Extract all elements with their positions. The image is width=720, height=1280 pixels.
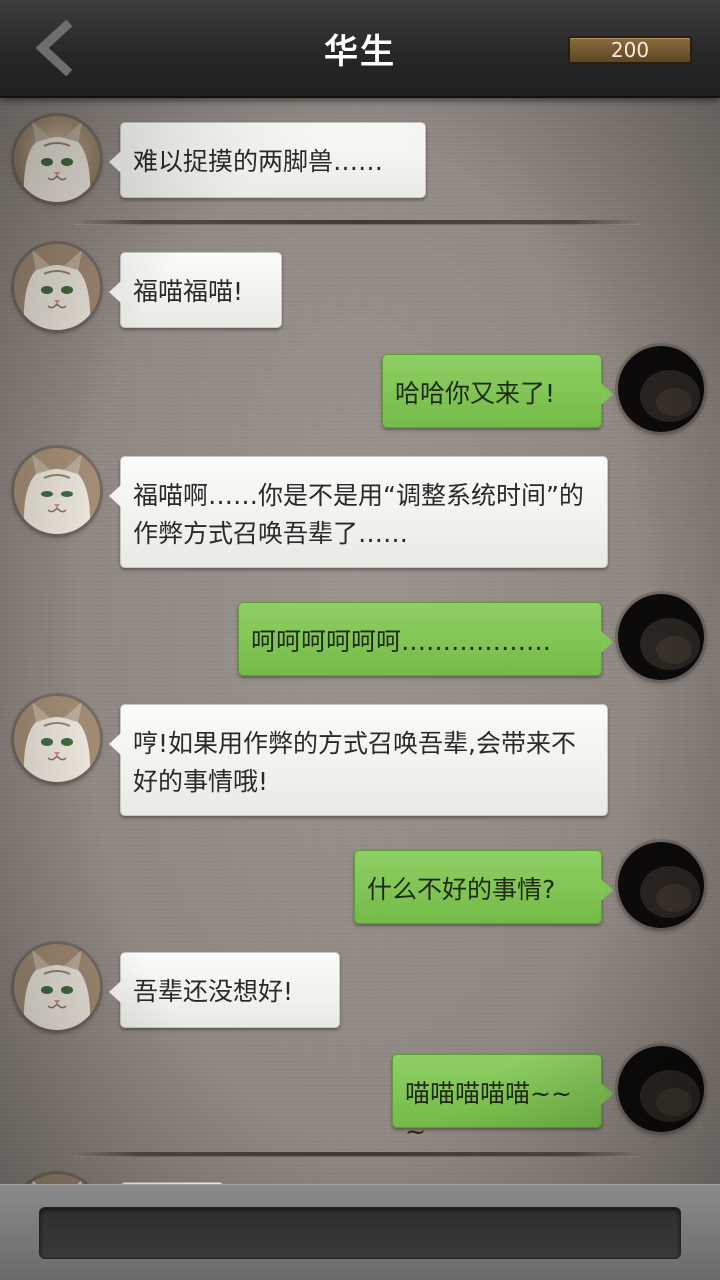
message-text: 福喵福喵! [133, 277, 244, 306]
message-text: 福喵啊……你是不是用“调整系统时间”的作弊方式召唤吾辈了…… [133, 481, 584, 548]
user-avatar-icon [618, 842, 704, 928]
message-text: 难以捉摸的两脚兽…… [133, 147, 384, 176]
user-avatar[interactable] [618, 594, 704, 680]
cat-avatar[interactable] [14, 944, 100, 1030]
cat-avatar-icon [14, 244, 100, 330]
message-bubble[interactable]: 喵喵喵喵喵~~~ [392, 1054, 613, 1146]
user-avatar-icon [618, 1046, 704, 1132]
chat-screen: 华生 200 难以捉摸的两脚兽…… 福喵福喵! 哈哈你又来了! 福喵啊……你是不… [0, 0, 720, 1280]
message-bubble[interactable]: 哈哈你又来了! [382, 354, 613, 428]
cat-avatar[interactable] [14, 1174, 100, 1184]
message-input[interactable] [39, 1207, 681, 1259]
message-text: 哈哈你又来了! [395, 379, 556, 408]
cat-avatar-icon [14, 116, 100, 202]
bottom-bar [0, 1184, 720, 1280]
user-avatar-icon [618, 346, 704, 432]
message-bubble[interactable]: 哼!如果用作弊的方式召唤吾辈,会带来不好的事情哦! [109, 704, 608, 816]
cat-avatar[interactable] [14, 116, 100, 202]
message-text: 吾辈还没想好! [133, 977, 294, 1006]
top-bar: 华生 200 [0, 0, 720, 98]
cat-avatar-icon [14, 1174, 100, 1184]
coin-counter: 200 [568, 36, 692, 64]
message-text: 喵喵喵喵喵~~~ [405, 1079, 572, 1146]
message-list[interactable]: 难以捉摸的两脚兽…… 福喵福喵! 哈哈你又来了! 福喵啊……你是不是用“调整系统… [0, 96, 720, 1184]
cat-avatar[interactable] [14, 696, 100, 782]
divider [74, 1152, 640, 1157]
message-text: 呵呵呵呵呵呵……………… [251, 627, 552, 656]
message-bubble[interactable]: 难以捉摸的两脚兽…… [109, 122, 426, 198]
cat-avatar-icon [14, 696, 100, 782]
message-bubble[interactable]: 福喵福喵! [109, 252, 282, 328]
user-avatar[interactable] [618, 346, 704, 432]
user-avatar-icon [618, 594, 704, 680]
cat-avatar-icon [14, 944, 100, 1030]
message-bubble[interactable]: 什么不好的事情? [354, 850, 613, 924]
cat-avatar-icon [14, 448, 100, 534]
user-avatar[interactable] [618, 842, 704, 928]
cat-avatar[interactable] [14, 244, 100, 330]
cat-avatar[interactable] [14, 448, 100, 534]
message-text: 哼!如果用作弊的方式召唤吾辈,会带来不好的事情哦! [133, 729, 576, 796]
message-text: 什么不好的事情? [367, 875, 556, 904]
message-bubble[interactable]: 呵呵呵呵呵呵……………… [238, 602, 613, 676]
divider [74, 220, 640, 225]
user-avatar[interactable] [618, 1046, 704, 1132]
message-bubble[interactable]: 福喵啊……你是不是用“调整系统时间”的作弊方式召唤吾辈了…… [109, 456, 608, 568]
message-bubble[interactable]: 吾辈还没想好! [109, 952, 340, 1028]
